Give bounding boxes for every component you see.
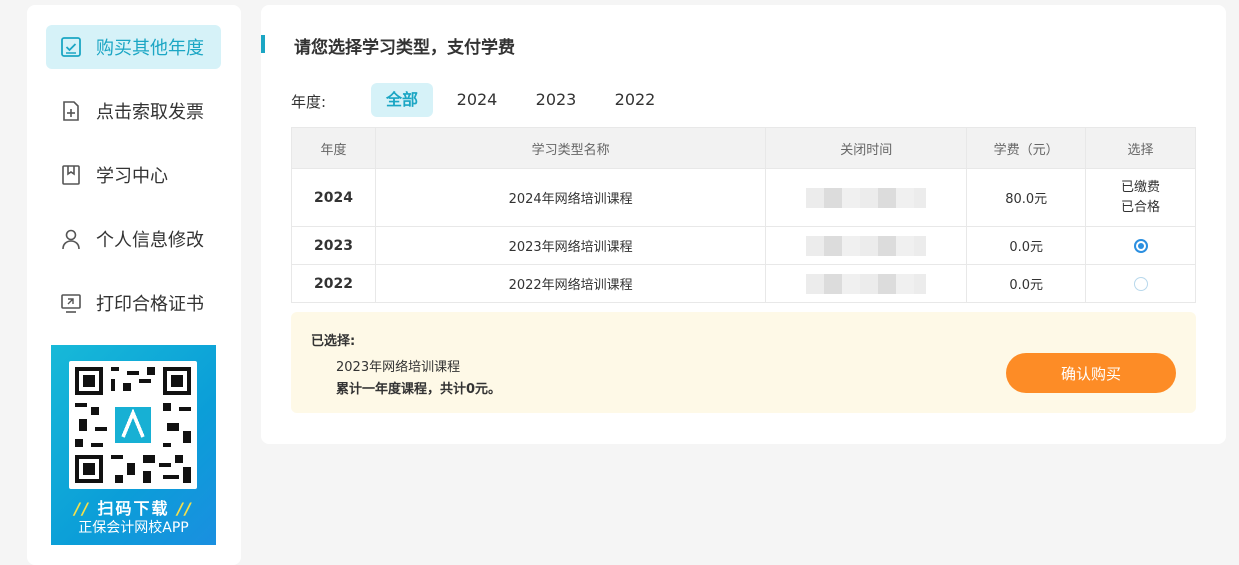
user-icon	[58, 226, 84, 252]
sidebar-item-label: 学习中心	[96, 166, 168, 187]
row-close-time-redacted	[765, 226, 968, 265]
sidebar-item-label: 个人信息修改	[96, 230, 204, 251]
column-header-year: 年度	[291, 127, 376, 169]
status-paid: 已缴费	[1121, 179, 1161, 195]
sidebar-item-print-certificate[interactable]: 打印合格证书	[46, 281, 221, 325]
year-tab-all[interactable]: 全部	[371, 83, 433, 117]
year-tab-2023[interactable]: 2023	[525, 83, 587, 117]
title-accent-bar	[261, 35, 265, 53]
confirm-purchase-button[interactable]: 确认购买	[1006, 353, 1176, 393]
row-select	[1085, 226, 1196, 265]
table-header-row: 年度 学习类型名称 关闭时间 学费（元） 选择	[291, 127, 1196, 169]
select-radio-2022[interactable]	[1133, 276, 1148, 291]
monitor-icon	[58, 290, 84, 316]
sidebar-item-invoice[interactable]: 点击索取发票	[46, 89, 221, 133]
table-row: 2024 2024年网络培训课程 80.0元 已缴费 已合格	[291, 168, 1196, 227]
bookmark-icon	[58, 162, 84, 188]
sidebar-item-label: 购买其他年度	[96, 38, 204, 59]
row-status: 已缴费 已合格	[1085, 168, 1196, 227]
page-title: 请您选择学习类型，支付学费	[294, 38, 515, 58]
main-panel: 请您选择学习类型，支付学费 年度: 全部 2024 2023 2022 年度 学…	[261, 5, 1226, 444]
column-header-close-time: 关闭时间	[765, 127, 968, 169]
course-table: 年度 学习类型名称 关闭时间 学费（元） 选择 2024 2024年网络培训课程…	[291, 127, 1196, 303]
year-tab-2022[interactable]: 2022	[604, 83, 666, 117]
status-passed: 已合格	[1121, 199, 1161, 215]
sidebar-item-buy-other-year[interactable]: 购买其他年度	[46, 25, 221, 69]
sidebar-item-label: 打印合格证书	[96, 294, 204, 315]
year-tab-2024[interactable]: 2024	[447, 83, 507, 117]
row-year: 2022	[291, 264, 376, 303]
column-header-fee: 学费（元）	[966, 127, 1087, 169]
summary-course: 2023年网络培训课程	[336, 360, 461, 375]
sidebar-item-profile[interactable]: 个人信息修改	[46, 217, 221, 261]
qr-slogan: // 扫码下载 //	[74, 499, 193, 518]
row-fee: 0.0元	[966, 226, 1087, 265]
row-course-name: 2022年网络培训课程	[374, 264, 767, 303]
summary-label: 已选择:	[311, 334, 356, 349]
row-year: 2023	[291, 226, 376, 265]
sidebar-item-study-center[interactable]: 学习中心	[46, 153, 221, 197]
table-row: 2022 2022年网络培训课程 0.0元	[291, 264, 1196, 303]
document-add-icon	[58, 98, 84, 124]
row-fee: 0.0元	[966, 264, 1087, 303]
column-header-select: 选择	[1085, 127, 1196, 169]
row-year: 2024	[291, 168, 376, 227]
row-course-name: 2023年网络培训课程	[374, 226, 767, 265]
year-filter-label: 年度:	[291, 93, 327, 111]
app-download-card[interactable]: // 扫码下载 // 正保会计网校APP	[51, 345, 216, 545]
row-course-name: 2024年网络培训课程	[374, 168, 767, 227]
row-close-time-redacted	[765, 264, 968, 303]
select-radio-2023[interactable]	[1133, 238, 1148, 253]
sidebar: 购买其他年度 点击索取发票 学习中心 个人信息修改 打印合格证书 // 扫码下载…	[27, 5, 241, 565]
row-close-time-redacted	[765, 168, 968, 227]
qr-code-image	[75, 367, 191, 483]
column-header-name: 学习类型名称	[374, 127, 767, 169]
table-row: 2023 2023年网络培训课程 0.0元	[291, 226, 1196, 265]
row-select	[1085, 264, 1196, 303]
row-fee: 80.0元	[966, 168, 1087, 227]
qr-caption: 正保会计网校APP	[78, 520, 189, 536]
sidebar-item-label: 点击索取发票	[96, 102, 204, 123]
checkbox-icon	[58, 34, 84, 60]
qr-code	[69, 361, 197, 489]
summary-total: 累计一年度课程，共计0元。	[336, 382, 502, 397]
selection-summary: 已选择: 2023年网络培训课程 累计一年度课程，共计0元。 确认购买	[291, 312, 1196, 413]
